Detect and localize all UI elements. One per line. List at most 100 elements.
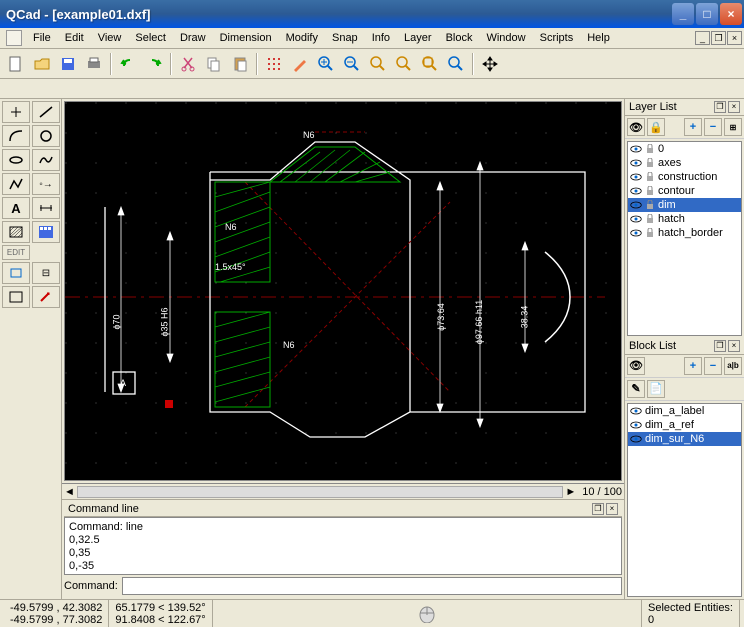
zoom-in-button[interactable]	[314, 52, 338, 76]
eye-toggle[interactable]: 👁	[627, 118, 645, 136]
layer-row[interactable]: construction	[628, 170, 741, 184]
layer-remove-button[interactable]: −	[704, 118, 722, 136]
hatch-tool[interactable]	[2, 221, 30, 243]
layer-row[interactable]: hatch_border	[628, 226, 741, 240]
menu-view[interactable]: View	[91, 30, 129, 46]
abs-coord: -49.5799 , 42.3082	[10, 602, 102, 614]
layer-list[interactable]: 0axesconstructioncontourdimhatchhatch_bo…	[627, 141, 742, 336]
paste-button[interactable]	[228, 52, 252, 76]
redo-button[interactable]	[142, 52, 166, 76]
status-bar: -49.5799 , 42.3082 -49.5799 , 77.3082 65…	[0, 599, 744, 627]
zoom-out-button[interactable]	[340, 52, 364, 76]
command-input[interactable]	[122, 577, 622, 595]
selection-cell: Selected Entities: 0	[642, 600, 740, 627]
block-row[interactable]: dim_a_label	[628, 404, 741, 418]
close-icon[interactable]: ×	[728, 101, 740, 113]
block-add-button[interactable]: +	[684, 357, 702, 375]
menu-draw[interactable]: Draw	[173, 30, 213, 46]
lock-toggle[interactable]: 🔒	[647, 118, 665, 136]
layer-row[interactable]: axes	[628, 156, 741, 170]
mdi-close[interactable]: ×	[727, 31, 742, 45]
polyline-tool[interactable]	[2, 173, 30, 195]
modify-tool[interactable]	[2, 262, 30, 284]
canvas-container: N6 N6 N6 1.5x45° ϕ70 ϕ35 H6 ϕ73.64 ϕ97.6…	[64, 101, 622, 481]
zoom-window-button[interactable]	[418, 52, 442, 76]
block-list[interactable]: dim_a_labeldim_a_refdim_sur_N6	[627, 403, 742, 598]
circle-tool[interactable]	[32, 125, 60, 147]
snap-tool[interactable]	[32, 286, 60, 308]
point-tool[interactable]	[2, 101, 30, 123]
title-bar: QCad - [example01.dxf] _ □ ×	[0, 0, 744, 28]
save-button[interactable]	[56, 52, 80, 76]
menu-modify[interactable]: Modify	[279, 30, 325, 46]
draft-button[interactable]	[288, 52, 312, 76]
menu-info[interactable]: Info	[365, 30, 397, 46]
menu-scripts[interactable]: Scripts	[533, 30, 581, 46]
mdi-restore[interactable]: ❐	[711, 31, 726, 45]
layer-add-button[interactable]: +	[684, 118, 702, 136]
zoom-auto-button[interactable]	[366, 52, 390, 76]
polar-cell: 65.1779 < 139.52° 91.8408 < 122.67°	[109, 600, 212, 627]
dock-icon[interactable]: ❐	[714, 340, 726, 352]
zoom-pan-button[interactable]	[444, 52, 468, 76]
menu-dimension[interactable]: Dimension	[213, 30, 279, 46]
app-title: QCad - [example01.dxf]	[6, 7, 672, 22]
log-line: Command: line	[69, 521, 617, 534]
select-tool[interactable]: ⊟	[32, 262, 60, 284]
minimize-button[interactable]: _	[672, 3, 694, 25]
zoom-prev-button[interactable]	[392, 52, 416, 76]
block-remove-button[interactable]: −	[704, 357, 722, 375]
layer-row[interactable]: contour	[628, 184, 741, 198]
block-edit-button[interactable]: ✎	[627, 380, 645, 398]
ellipse-tool[interactable]	[2, 149, 30, 171]
move-button[interactable]	[478, 52, 502, 76]
maximize-button[interactable]: □	[696, 3, 718, 25]
layer-row[interactable]: hatch	[628, 212, 741, 226]
close-icon[interactable]: ×	[728, 340, 740, 352]
text-tool[interactable]: A	[2, 197, 30, 219]
block-row[interactable]: dim_a_ref	[628, 418, 741, 432]
grid-button[interactable]	[262, 52, 286, 76]
drawing-canvas[interactable]: N6 N6 N6 1.5x45° ϕ70 ϕ35 H6 ϕ73.64 ϕ97.6…	[65, 102, 621, 480]
cut-button[interactable]	[176, 52, 200, 76]
layer-edit-button[interactable]: ⊞	[724, 118, 742, 136]
menu-layer[interactable]: Layer	[397, 30, 439, 46]
menu-help[interactable]: Help	[580, 30, 617, 46]
block-rename-button[interactable]: a|b	[724, 357, 742, 375]
block-insert-button[interactable]: 📄	[647, 380, 665, 398]
image-tool[interactable]	[32, 221, 60, 243]
mdi-minimize[interactable]: _	[695, 31, 710, 45]
menu-block[interactable]: Block	[439, 30, 480, 46]
rectangle-tool[interactable]: ◦→	[32, 173, 60, 195]
eye-toggle[interactable]: 👁	[627, 357, 645, 375]
sel-count: 0	[648, 614, 733, 626]
block-row[interactable]: dim_sur_N6	[628, 432, 741, 446]
print-button[interactable]	[82, 52, 106, 76]
layer-row[interactable]: dim	[628, 198, 741, 212]
undo-button[interactable]	[116, 52, 140, 76]
dim-phi73: ϕ73.64	[436, 303, 446, 331]
menu-edit[interactable]: Edit	[58, 30, 91, 46]
abs-polar: 65.1779 < 139.52°	[115, 602, 205, 614]
trim-tool[interactable]	[2, 286, 30, 308]
dimension-tool[interactable]	[32, 197, 60, 219]
line-tool[interactable]	[32, 101, 60, 123]
drawing-area: N6 N6 N6 1.5x45° ϕ70 ϕ35 H6 ϕ73.64 ϕ97.6…	[62, 99, 624, 599]
horizontal-scrollbar[interactable]: ◄► 10 / 100	[62, 483, 624, 499]
open-button[interactable]	[30, 52, 54, 76]
layer-row[interactable]: 0	[628, 142, 741, 156]
spline-tool[interactable]	[32, 149, 60, 171]
menu-select[interactable]: Select	[128, 30, 173, 46]
close-button[interactable]: ×	[720, 3, 742, 25]
status-center	[213, 600, 642, 627]
dock-icon[interactable]: ❐	[592, 503, 604, 515]
close-icon[interactable]: ×	[606, 503, 618, 515]
menu-window[interactable]: Window	[479, 30, 532, 46]
arc-tool[interactable]	[2, 125, 30, 147]
new-button[interactable]	[4, 52, 28, 76]
dock-icon[interactable]: ❐	[714, 101, 726, 113]
copy-button[interactable]	[202, 52, 226, 76]
menu-snap[interactable]: Snap	[325, 30, 365, 46]
menu-file[interactable]: File	[26, 30, 58, 46]
window-controls: _ □ ×	[672, 3, 742, 25]
